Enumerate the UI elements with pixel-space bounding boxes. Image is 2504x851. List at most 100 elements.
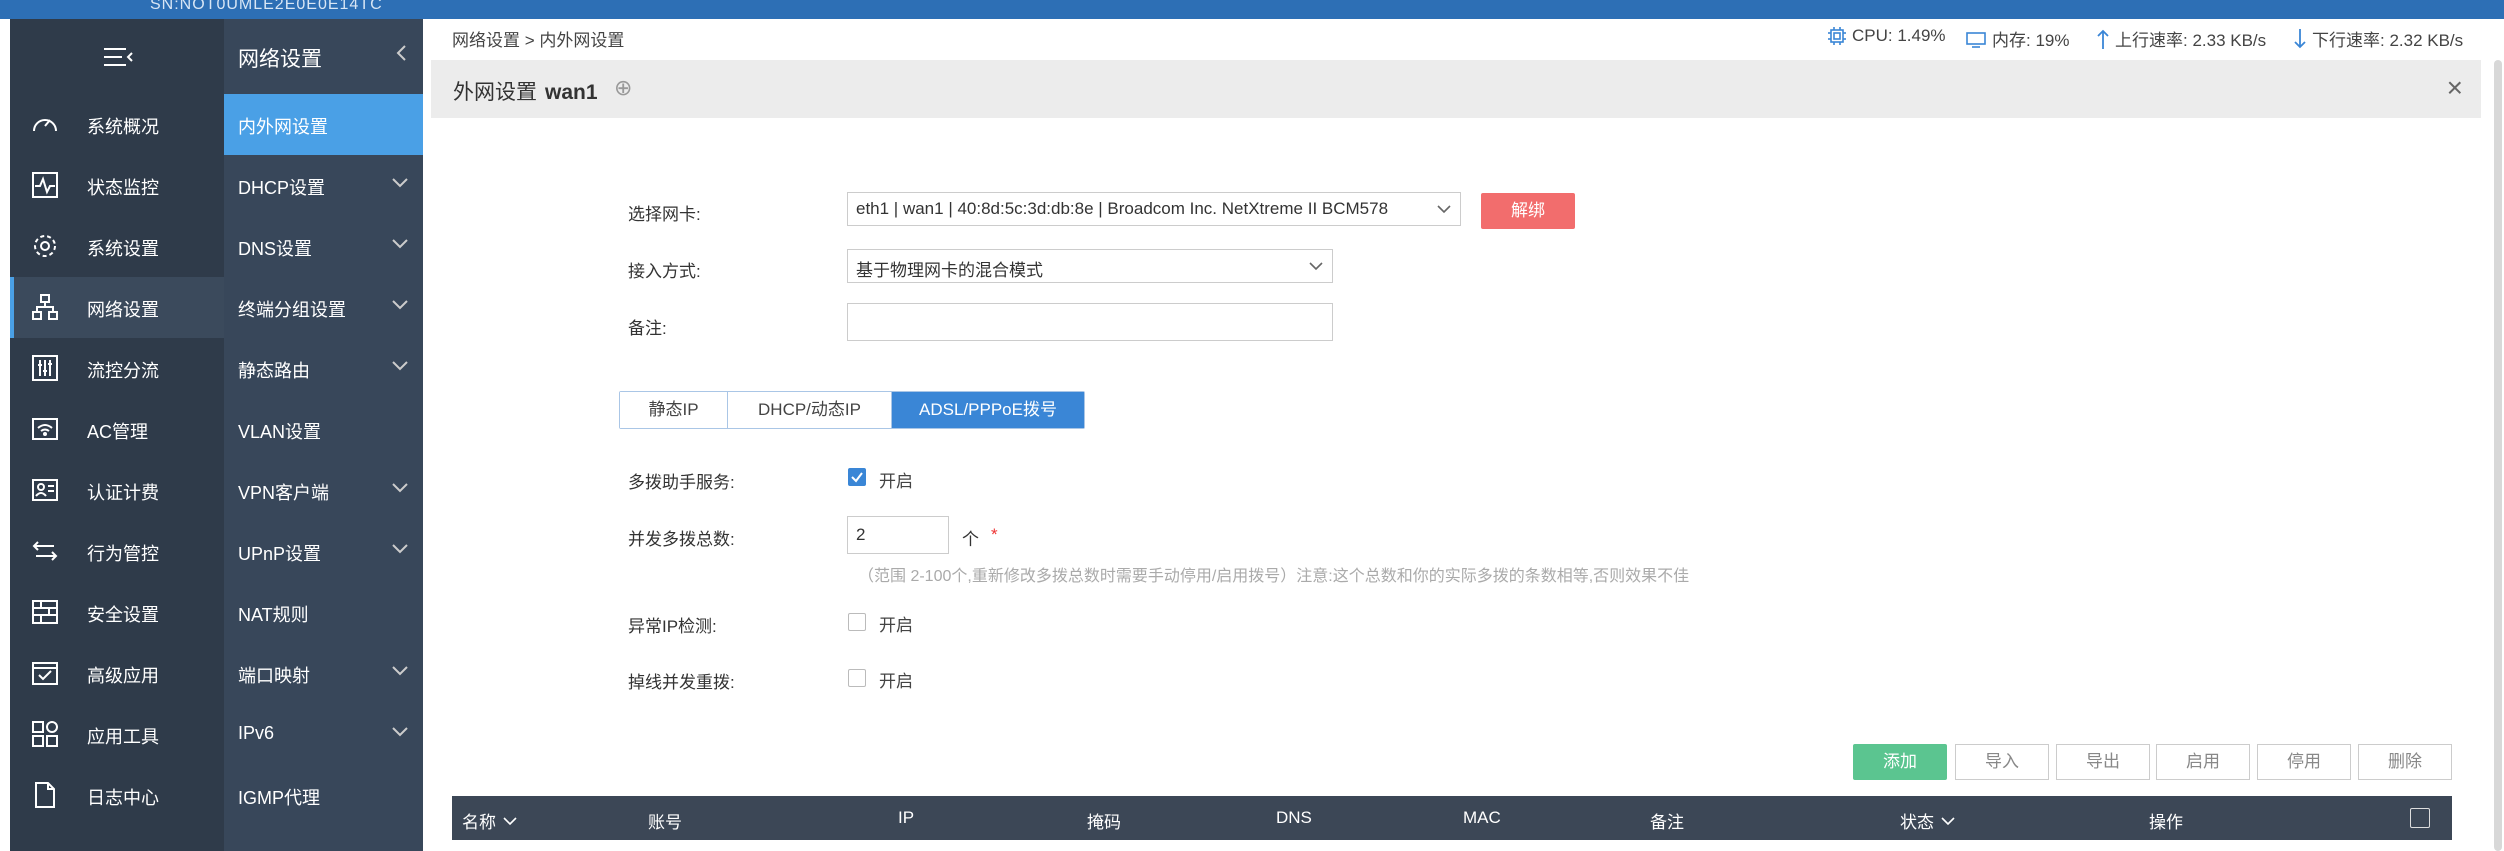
access-mode-select[interactable]: 基于物理网卡的混合模式 bbox=[847, 249, 1333, 283]
breadcrumb: 网络设置 > 内外网设置 bbox=[452, 31, 625, 50]
unbind-button[interactable]: 解绑 bbox=[1481, 193, 1575, 229]
sidebar-item-label: 系统设置 bbox=[87, 239, 159, 259]
tab-static-ip[interactable]: 静态IP bbox=[620, 392, 728, 428]
nic-label: 选择网卡: bbox=[628, 205, 701, 224]
submenu-item-dns[interactable]: DNS设置 bbox=[224, 216, 423, 277]
sidebar-item-label: 系统概况 bbox=[87, 117, 159, 137]
panel-header: 外网设置 wan1 ⊕ × bbox=[431, 60, 2481, 118]
multi-dial-checkbox[interactable] bbox=[848, 468, 866, 486]
submenu-item-igmp[interactable]: IGMP代理 bbox=[224, 765, 423, 826]
submenu-item-vlan[interactable]: VLAN设置 bbox=[224, 399, 423, 460]
submenu-item-dhcp[interactable]: DHCP设置 bbox=[224, 155, 423, 216]
cpu-icon bbox=[1828, 27, 1846, 45]
sidebar-item-network[interactable]: 网络设置 bbox=[10, 277, 224, 338]
submenu-item-port-mapping[interactable]: 端口映射 bbox=[224, 643, 423, 704]
column-header-dns: DNS bbox=[1276, 808, 1312, 827]
submenu-item-upnp[interactable]: UPnP设置 bbox=[224, 521, 423, 582]
sidebar-item-flow[interactable]: 流控分流 bbox=[10, 338, 224, 399]
chevron-left-icon[interactable] bbox=[395, 43, 409, 63]
sidebar-item-tools[interactable]: 应用工具 bbox=[10, 704, 224, 765]
close-panel-button[interactable]: × bbox=[2447, 72, 2463, 104]
column-label: 名称 bbox=[462, 813, 496, 832]
menu-collapse-icon bbox=[104, 47, 133, 66]
sidebar-item-behavior[interactable]: 行为管控 bbox=[10, 521, 224, 582]
scrollbar[interactable] bbox=[2494, 60, 2502, 851]
chevron-down-icon bbox=[392, 178, 408, 188]
column-header-status[interactable]: 状态 bbox=[1900, 808, 1956, 833]
nic-select[interactable]: eth1 | wan1 | 40:8d:5c:3d:db:8e | Broadc… bbox=[847, 192, 1461, 226]
select-all-checkbox[interactable] bbox=[2410, 808, 2430, 828]
submenu-item-lan-wan[interactable]: 内外网设置 bbox=[224, 94, 423, 155]
abnormal-ip-checkbox[interactable] bbox=[848, 613, 866, 631]
sidebar-item-label: 日志中心 bbox=[87, 788, 159, 808]
submenu-item-static-route[interactable]: 静态路由 bbox=[224, 338, 423, 399]
chevron-down-icon bbox=[1437, 205, 1451, 214]
submenu-item-label: VPN客户端 bbox=[238, 483, 330, 503]
enable-button[interactable]: 启用 bbox=[2156, 744, 2250, 780]
cpu-stat: CPU: 1.49% bbox=[1827, 26, 1946, 46]
tab-dhcp[interactable]: DHCP/动态IP bbox=[728, 392, 892, 428]
cpu-value: CPU: 1.49% bbox=[1852, 26, 1946, 45]
checkmark-icon bbox=[851, 472, 863, 483]
column-header-actions: 操作 bbox=[2149, 813, 2183, 832]
sidebar-item-label: 应用工具 bbox=[87, 727, 159, 747]
submenu-item-vpn-client[interactable]: VPN客户端 bbox=[224, 460, 423, 521]
memory-value: 内存: 19% bbox=[1992, 31, 2070, 50]
sidebar-item-monitor[interactable]: 状态监控 bbox=[10, 155, 224, 216]
id-card-icon bbox=[32, 479, 58, 501]
sidebar-item-ac[interactable]: AC管理 bbox=[10, 399, 224, 460]
top-bar-serial: SN:NOT0UMLE2E0E0E14TC bbox=[150, 0, 383, 13]
tab-pppoe[interactable]: ADSL/PPPoE拨号 bbox=[892, 392, 1084, 428]
sidebar-item-label: 网络设置 bbox=[87, 300, 159, 320]
submenu-item-label: IGMP代理 bbox=[238, 788, 321, 808]
submenu-item-terminal-group[interactable]: 终端分组设置 bbox=[224, 277, 423, 338]
submenu-item-ipv6[interactable]: IPv6 bbox=[224, 704, 423, 765]
column-header-name[interactable]: 名称 bbox=[462, 808, 518, 833]
delete-button[interactable]: 删除 bbox=[2358, 744, 2452, 780]
remark-input[interactable] bbox=[847, 303, 1333, 341]
panel-name: wan1 bbox=[545, 81, 598, 104]
disable-button[interactable]: 停用 bbox=[2257, 744, 2351, 780]
sidebar-item-label: 认证计费 bbox=[87, 483, 159, 503]
concurrent-input[interactable]: 2 bbox=[847, 516, 949, 554]
column-header-account: 账号 bbox=[648, 813, 682, 832]
network-icon bbox=[32, 294, 58, 320]
remark-label: 备注: bbox=[628, 319, 667, 338]
main-sidebar: 系统概况 状态监控 系统设置 网络设置 流控分流 AC管理 认证计费 行为管控 … bbox=[10, 19, 224, 851]
multi-dial-on-label: 开启 bbox=[879, 472, 913, 491]
chevron-down-icon bbox=[392, 483, 408, 493]
column-header-remark: 备注 bbox=[1650, 813, 1684, 832]
column-header-ip: IP bbox=[898, 808, 915, 827]
gear-icon bbox=[34, 235, 56, 257]
upload-value: 上行速率: 2.33 KB/s bbox=[2115, 31, 2267, 50]
chevron-down-icon bbox=[503, 816, 517, 825]
dashboard-icon bbox=[33, 119, 57, 132]
panel-title: 外网设置 wan1 bbox=[453, 76, 598, 106]
submenu-item-label: 内外网设置 bbox=[238, 117, 328, 137]
import-button[interactable]: 导入 bbox=[1955, 744, 2049, 780]
add-tab-icon[interactable]: ⊕ bbox=[614, 75, 632, 101]
sidebar-item-label: AC管理 bbox=[87, 422, 149, 442]
sidebar-item-system[interactable]: 系统设置 bbox=[10, 216, 224, 277]
sidebar-item-logs[interactable]: 日志中心 bbox=[10, 765, 224, 826]
wan-mode-tabs: 静态IP DHCP/动态IP ADSL/PPPoE拨号 bbox=[619, 391, 1085, 429]
concurrent-hint: （范围 2-100个,重新修改多拨总数时需要手动停用/启用拨号）注意:这个总数和… bbox=[858, 568, 1690, 585]
sidebar-collapse-button[interactable] bbox=[10, 19, 224, 94]
redial-checkbox[interactable] bbox=[848, 669, 866, 687]
sidebar-item-advanced[interactable]: 高级应用 bbox=[10, 643, 224, 704]
sidebar-item-auth[interactable]: 认证计费 bbox=[10, 460, 224, 521]
submenu-item-label: UPnP设置 bbox=[238, 544, 322, 564]
submenu-item-label: 终端分组设置 bbox=[238, 300, 346, 320]
submenu-item-label: VLAN设置 bbox=[238, 422, 322, 442]
access-mode-value: 基于物理网卡的混合模式 bbox=[856, 261, 1043, 280]
export-button[interactable]: 导出 bbox=[2056, 744, 2150, 780]
sidebar-item-overview[interactable]: 系统概况 bbox=[10, 94, 224, 155]
sidebar-item-label: 状态监控 bbox=[87, 178, 159, 198]
arrow-up-icon bbox=[2097, 29, 2109, 49]
add-button[interactable]: 添加 bbox=[1853, 744, 1947, 780]
submenu-item-nat[interactable]: NAT规则 bbox=[224, 582, 423, 643]
arrow-down-icon bbox=[2294, 28, 2306, 48]
sidebar-item-label: 高级应用 bbox=[87, 666, 159, 686]
sidebar-item-security[interactable]: 安全设置 bbox=[10, 582, 224, 643]
abnormal-ip-on-label: 开启 bbox=[879, 616, 913, 635]
